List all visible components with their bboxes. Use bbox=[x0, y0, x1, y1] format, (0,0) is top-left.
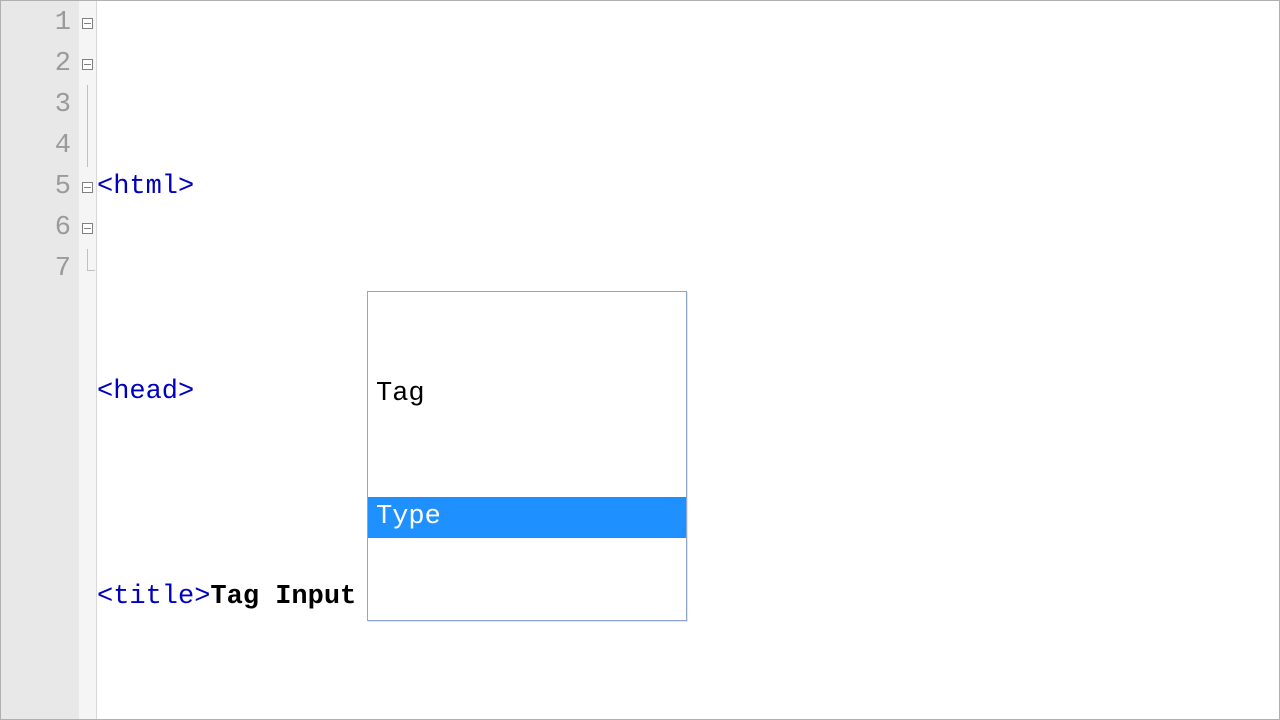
token-tagname: html bbox=[113, 172, 178, 202]
token-angle: > bbox=[178, 377, 194, 407]
token-angle: > bbox=[178, 172, 194, 202]
fold-toggle-icon[interactable] bbox=[82, 223, 93, 234]
code-line[interactable]: <html> bbox=[97, 167, 1279, 208]
autocomplete-item-selected[interactable]: Type bbox=[368, 497, 686, 538]
code-line[interactable]: <title>Tag Input Type Reset</title> bbox=[97, 577, 1279, 618]
fold-toggle-icon[interactable] bbox=[82, 18, 93, 29]
token-tagname: head bbox=[113, 377, 178, 407]
line-number-gutter: 1 2 3 4 5 6 7 bbox=[1, 1, 79, 719]
token-angle: < bbox=[97, 377, 113, 407]
code-editor: 1 2 3 4 5 6 7 <html> <head> <title>Tag I… bbox=[0, 0, 1280, 720]
fold-guide bbox=[82, 249, 93, 290]
autocomplete-item[interactable]: Tag bbox=[368, 374, 686, 415]
fold-column bbox=[79, 1, 97, 719]
line-number: 2 bbox=[1, 44, 71, 85]
token-angle: < bbox=[97, 172, 113, 202]
token-angle: > bbox=[194, 582, 210, 612]
fold-guide bbox=[87, 126, 88, 167]
token-tagname: title bbox=[113, 582, 194, 612]
fold-toggle-icon[interactable] bbox=[82, 182, 93, 193]
line-number: 3 bbox=[1, 85, 71, 126]
line-number: 6 bbox=[1, 208, 71, 249]
token-angle: < bbox=[97, 582, 113, 612]
line-number: 7 bbox=[1, 249, 71, 290]
line-number: 4 bbox=[1, 126, 71, 167]
autocomplete-popup[interactable]: Tag Type bbox=[367, 291, 687, 621]
line-number: 1 bbox=[1, 3, 71, 44]
code-line[interactable]: <head> bbox=[97, 372, 1279, 413]
fold-toggle-icon[interactable] bbox=[82, 59, 93, 70]
code-area[interactable]: <html> <head> <title>Tag Input Type Rese… bbox=[97, 1, 1279, 719]
fold-guide bbox=[87, 85, 88, 126]
line-number: 5 bbox=[1, 167, 71, 208]
